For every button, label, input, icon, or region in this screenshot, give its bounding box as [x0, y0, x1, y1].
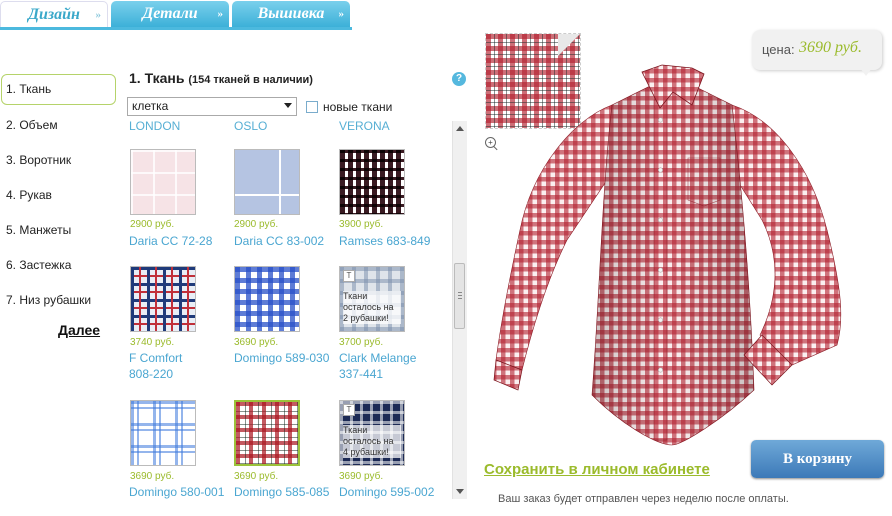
- fabric-grid: LONDON OSLO VERONA 2900 руб. Daria CC 72…: [124, 120, 450, 500]
- shipping-note: Ваш заказ будет отправлен через неделю п…: [498, 493, 789, 505]
- fabric-price: 3690 руб.: [130, 471, 175, 482]
- fabric-swatch[interactable]: [234, 149, 300, 215]
- fabric-name[interactable]: Daria CC 72-28: [129, 233, 239, 249]
- fabric-price: 3900 руб.: [339, 219, 384, 230]
- shirt-preview: [493, 64, 842, 446]
- fabric-filter-select[interactable]: клетка: [127, 97, 297, 116]
- chevron-right-icon: »: [95, 9, 102, 21]
- new-fabrics-checkbox[interactable]: [306, 101, 318, 113]
- fabric-price: 2900 руб.: [130, 219, 175, 230]
- price-value: 3690 руб.: [799, 39, 862, 56]
- fabric-name[interactable]: Ramses 683-849: [339, 233, 449, 249]
- shirt-icon: T: [343, 404, 355, 416]
- fabric-title: 1. Ткань: [129, 70, 185, 86]
- stock-note: Ткани осталось на 4 рубашки!: [343, 425, 401, 458]
- tab-design-label: Дизайн: [28, 6, 80, 23]
- category-label: LONDON: [129, 120, 181, 133]
- fabric-swatch[interactable]: T Ткани осталось на 2 рубашки!: [339, 266, 405, 332]
- scrollbar-thumb[interactable]: [454, 263, 465, 329]
- stock-note: Ткани осталось на 2 рубашки!: [343, 291, 401, 324]
- step-volume[interactable]: 2. Объем: [6, 118, 58, 132]
- fabric-price: 3690 руб.: [234, 337, 279, 348]
- new-fabrics-label: новые ткани: [323, 100, 393, 114]
- fabric-name[interactable]: Clark Melange 337-441: [339, 350, 429, 382]
- step-cuffs[interactable]: 5. Манжеты: [6, 223, 71, 237]
- fabric-swatch[interactable]: [130, 400, 196, 466]
- tab-details[interactable]: Детали »: [111, 1, 229, 27]
- fabric-heading: 1. Ткань (154 тканей в наличии): [129, 70, 313, 86]
- step-fastener[interactable]: 6. Застежка: [6, 258, 71, 272]
- fabric-price: 3740 руб.: [130, 337, 175, 348]
- shirt-icon: T: [343, 270, 355, 282]
- add-to-cart-button[interactable]: В корзину: [751, 440, 884, 478]
- step-sleeve[interactable]: 4. Рукав: [6, 188, 52, 202]
- fabric-price: 3700 руб.: [339, 337, 384, 348]
- fabric-swatch[interactable]: [130, 149, 196, 215]
- scroll-up-icon[interactable]: [456, 126, 464, 131]
- chevron-right-icon: »: [338, 8, 345, 20]
- fabric-swatch-selected[interactable]: [234, 400, 300, 466]
- tab-embroidery-label: Вышивка: [257, 5, 325, 22]
- fabric-name[interactable]: Domingo 595-002: [339, 484, 449, 500]
- fabric-name[interactable]: Daria CC 83-002: [234, 233, 344, 249]
- chevron-right-icon: »: [217, 8, 224, 20]
- fabric-scrollbar[interactable]: [452, 121, 467, 499]
- fabric-name[interactable]: F Comfort 808-220: [129, 350, 209, 382]
- fabric-filter-value: клетка: [132, 99, 169, 113]
- next-button[interactable]: Далее: [58, 322, 100, 338]
- fabric-swatch[interactable]: [339, 149, 405, 215]
- fabric-price: 3690 руб.: [234, 471, 279, 482]
- price-label: цена:: [762, 42, 795, 57]
- fabric-count: (154 тканей в наличии): [188, 74, 313, 86]
- step-collar[interactable]: 3. Воротник: [6, 153, 71, 167]
- fabric-swatch[interactable]: T Ткани осталось на 4 рубашки!: [339, 400, 405, 466]
- fabric-price: 2900 руб.: [234, 219, 279, 230]
- fabric-name[interactable]: Domingo 585-085: [234, 484, 344, 500]
- fabric-swatch[interactable]: [130, 266, 196, 332]
- help-icon[interactable]: ?: [452, 72, 466, 86]
- tab-design[interactable]: Дизайн »: [0, 1, 108, 27]
- step-hem[interactable]: 7. Низ рубашки: [6, 293, 91, 307]
- save-to-account-link[interactable]: Сохранить в личном кабинете: [484, 461, 710, 478]
- tab-embroidery[interactable]: Вышивка »: [232, 1, 350, 27]
- page-fold: [558, 34, 580, 56]
- tab-underline: [0, 27, 352, 30]
- scroll-down-icon[interactable]: [456, 489, 464, 494]
- category-label: OSLO: [234, 120, 268, 133]
- fabric-swatch[interactable]: [234, 266, 300, 332]
- tab-details-label: Детали: [142, 5, 198, 22]
- top-tabs: Дизайн » Детали » Вышивка »: [0, 0, 360, 30]
- fabric-name[interactable]: Domingo 589-030: [234, 350, 344, 366]
- step-fabric[interactable]: 1. Ткань: [6, 82, 51, 96]
- chevron-down-icon: [284, 103, 292, 108]
- fabric-price: 3690 руб.: [339, 471, 384, 482]
- category-label: VERONA: [339, 120, 390, 133]
- fabric-name[interactable]: Domingo 580-001: [129, 484, 239, 500]
